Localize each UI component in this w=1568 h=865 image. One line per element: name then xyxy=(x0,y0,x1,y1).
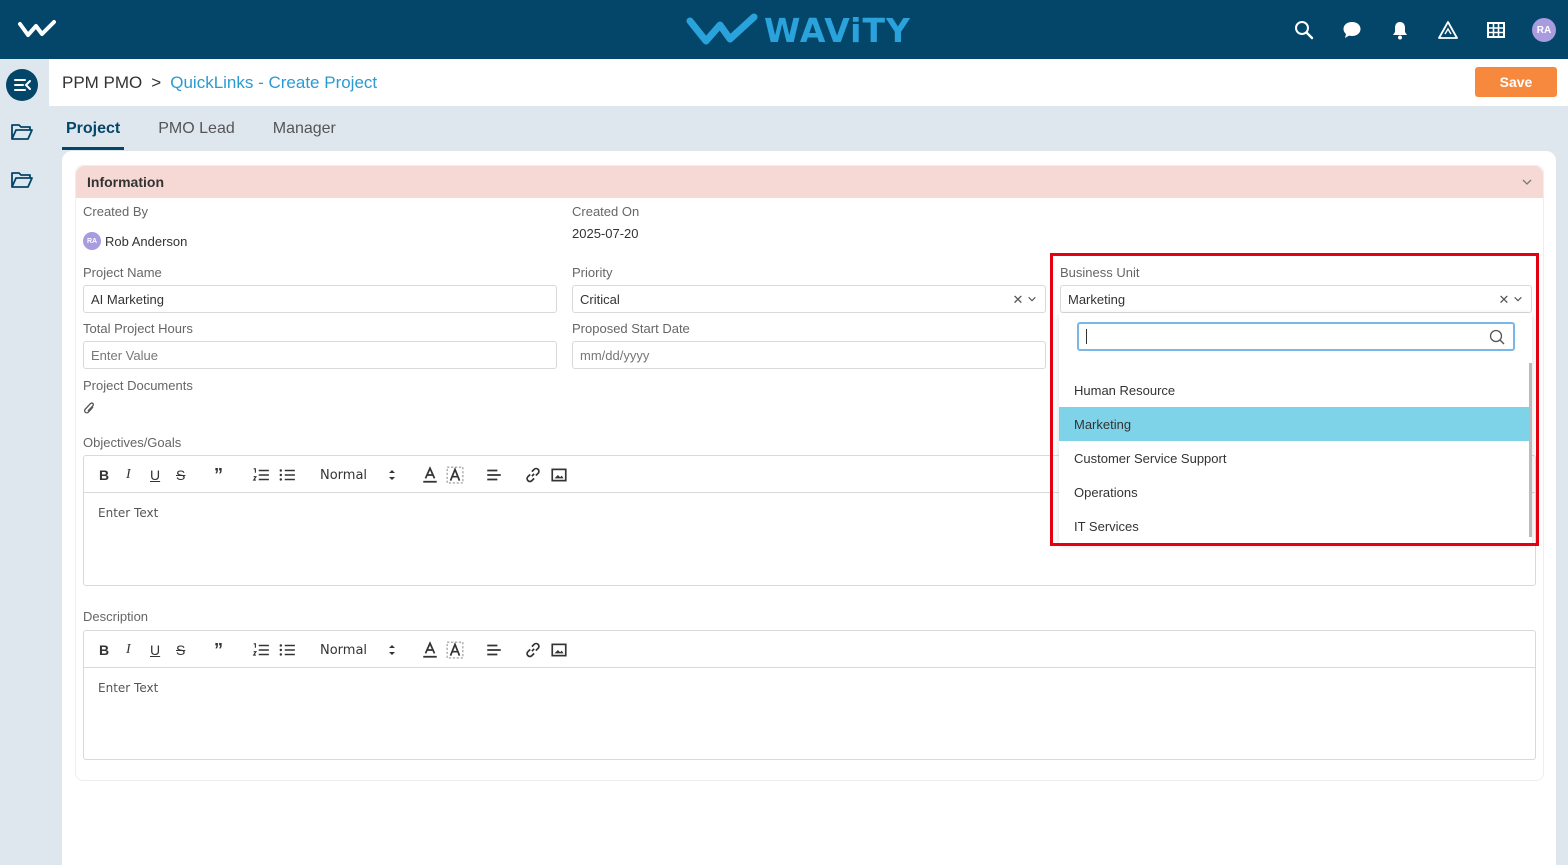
priority-value: Critical xyxy=(580,292,620,307)
creator-avatar: RA xyxy=(83,232,101,250)
breadcrumb: PPM PMO > QuickLinks - Create Project xyxy=(62,73,377,93)
page-header: PPM PMO > QuickLinks - Create Project Sa… xyxy=(49,59,1568,106)
paperclip-icon[interactable] xyxy=(83,401,96,416)
total-hours-input[interactable]: Enter Value xyxy=(83,341,557,369)
clear-icon[interactable]: ✕ xyxy=(1012,292,1023,307)
format-select[interactable]: Normal xyxy=(320,466,367,484)
bullet-list-icon[interactable] xyxy=(278,641,296,659)
chat-icon xyxy=(1343,22,1361,38)
notifications-button[interactable] xyxy=(1376,17,1424,43)
bell-icon xyxy=(1393,22,1407,40)
strike-icon[interactable]: S xyxy=(176,466,185,484)
tab-bar: Project PMO Lead Manager xyxy=(62,106,355,150)
font-color-icon[interactable] xyxy=(421,641,439,659)
breadcrumb-current: QuickLinks - Create Project xyxy=(170,73,378,92)
priority-select[interactable]: Critical ✕ xyxy=(572,285,1046,313)
editor-toolbar: B I U S ” Normal xyxy=(84,631,1535,668)
start-date-label: Proposed Start Date xyxy=(572,321,690,336)
folder-icon[interactable] xyxy=(11,123,33,141)
format-select-arrows-icon[interactable] xyxy=(387,641,397,659)
font-color-icon[interactable] xyxy=(421,466,439,484)
breadcrumb-parent[interactable]: PPM PMO xyxy=(62,73,142,93)
image-icon[interactable] xyxy=(550,466,568,484)
link-icon[interactable] xyxy=(524,641,542,659)
folder-icon[interactable] xyxy=(11,171,33,189)
search-button[interactable] xyxy=(1280,17,1328,43)
description-text-area[interactable]: Enter Text xyxy=(98,681,158,695)
collapse-menu-button[interactable] xyxy=(6,69,38,101)
format-select-arrows-icon[interactable] xyxy=(387,466,397,484)
project-name-input[interactable]: AI Marketing xyxy=(83,285,557,313)
highlight-annotation-box xyxy=(1050,253,1539,546)
objectives-label: Objectives/Goals xyxy=(83,435,182,450)
underline-icon[interactable]: U xyxy=(150,641,160,659)
grid-icon xyxy=(1487,22,1505,38)
quote-icon[interactable]: ” xyxy=(214,640,223,660)
highlight-color-icon[interactable] xyxy=(446,466,464,484)
format-select[interactable]: Normal xyxy=(320,641,367,659)
brand-mark-icon xyxy=(686,13,758,45)
documents-label: Project Documents xyxy=(83,378,193,393)
search-icon xyxy=(1295,21,1314,40)
ordered-list-icon[interactable] xyxy=(252,641,270,659)
grid-button[interactable] xyxy=(1472,17,1520,43)
left-rail xyxy=(0,59,49,865)
save-button[interactable]: Save xyxy=(1475,67,1557,97)
brand-logo: WAViTY xyxy=(686,10,911,50)
section-header[interactable]: Information xyxy=(76,166,1543,198)
underline-icon[interactable]: U xyxy=(150,466,160,484)
quote-icon[interactable]: ” xyxy=(214,465,223,485)
align-icon[interactable] xyxy=(485,466,503,484)
bullet-list-icon[interactable] xyxy=(278,466,296,484)
brand-name: WAViTY xyxy=(764,10,911,50)
created-by-label: Created By xyxy=(83,204,149,219)
objectives-text-area[interactable]: Enter Text xyxy=(98,506,158,520)
align-icon[interactable] xyxy=(485,641,503,659)
apps-triangle-button[interactable] xyxy=(1424,17,1472,43)
link-icon[interactable] xyxy=(524,466,542,484)
start-date-input[interactable]: mm/dd/yyyy xyxy=(572,341,1046,369)
project-name-label: Project Name xyxy=(83,265,162,280)
created-on-label: Created On xyxy=(572,204,640,219)
description-label: Description xyxy=(83,609,149,624)
bold-icon[interactable]: B xyxy=(99,466,109,484)
highlight-color-icon[interactable] xyxy=(446,641,464,659)
tab-project[interactable]: Project xyxy=(62,106,125,150)
top-navbar: WAViTY RA xyxy=(0,0,1568,59)
bold-icon[interactable]: B xyxy=(99,641,109,659)
image-icon[interactable] xyxy=(550,641,568,659)
description-editor: B I U S ” Normal Enter Text xyxy=(83,630,1536,760)
chat-button[interactable] xyxy=(1328,17,1376,43)
priority-label: Priority xyxy=(572,265,613,280)
home-logo-icon[interactable] xyxy=(18,18,56,40)
tab-pmo-lead[interactable]: PMO Lead xyxy=(139,106,253,150)
italic-icon[interactable]: I xyxy=(126,641,131,659)
tab-manager[interactable]: Manager xyxy=(254,106,355,150)
italic-icon[interactable]: I xyxy=(126,466,131,484)
total-hours-label: Total Project Hours xyxy=(83,321,193,336)
collapse-menu-icon xyxy=(14,79,31,91)
triangle-icon xyxy=(1438,21,1458,39)
strike-icon[interactable]: S xyxy=(176,641,185,659)
created-on-value: 2025-07-20 xyxy=(572,226,639,241)
ordered-list-icon[interactable] xyxy=(252,466,270,484)
breadcrumb-separator: > xyxy=(151,73,162,92)
section-title: Information xyxy=(87,174,164,190)
created-by-value: Rob Anderson xyxy=(105,234,188,249)
chevron-down-icon[interactable] xyxy=(1027,294,1037,304)
user-avatar[interactable]: RA xyxy=(1532,18,1556,42)
chevron-down-icon xyxy=(1522,179,1532,185)
